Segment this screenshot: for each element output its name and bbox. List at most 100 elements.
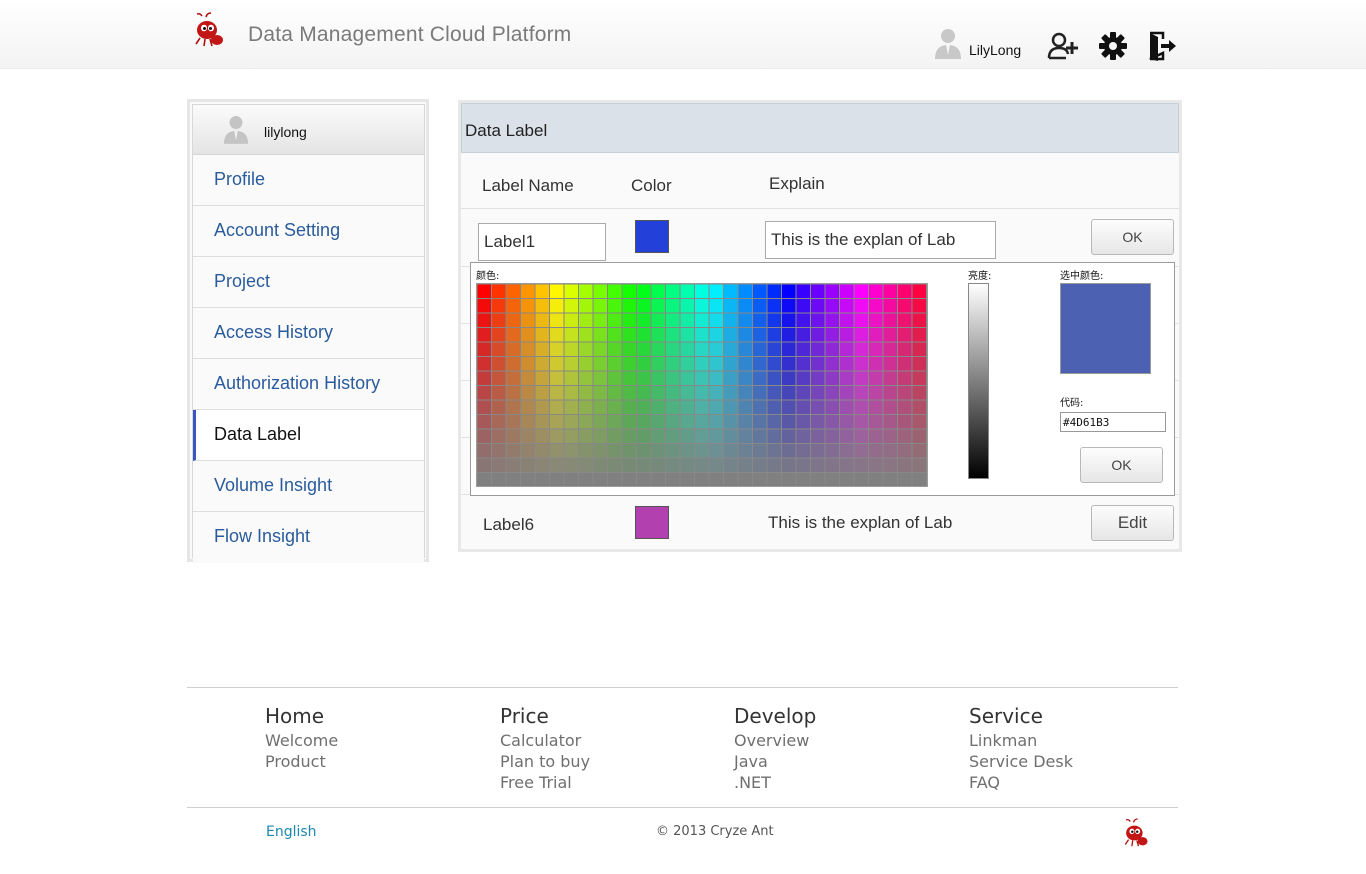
palette-swatch[interactable]	[666, 284, 680, 299]
palette-swatch[interactable]	[695, 400, 709, 415]
palette-swatch[interactable]	[550, 284, 564, 299]
palette-swatch[interactable]	[680, 299, 695, 313]
palette-swatch[interactable]	[811, 415, 825, 429]
palette-swatch[interactable]	[883, 357, 898, 371]
palette-swatch[interactable]	[506, 429, 521, 444]
palette-swatch[interactable]	[593, 415, 608, 429]
palette-swatch[interactable]	[709, 313, 724, 328]
palette-swatch[interactable]	[666, 342, 680, 357]
palette-swatch[interactable]	[753, 342, 767, 357]
palette-swatch[interactable]	[898, 400, 912, 415]
palette-swatch[interactable]	[593, 386, 608, 400]
palette-swatch[interactable]	[492, 473, 506, 486]
palette-swatch[interactable]	[506, 313, 521, 328]
palette-swatch[interactable]	[564, 371, 579, 386]
palette-swatch[interactable]	[912, 400, 927, 415]
palette-swatch[interactable]	[506, 299, 521, 313]
footer-heading[interactable]: Price	[500, 704, 590, 728]
palette-swatch[interactable]	[738, 313, 753, 328]
palette-swatch[interactable]	[709, 371, 724, 386]
palette-swatch[interactable]	[477, 473, 492, 486]
palette-swatch[interactable]	[608, 284, 622, 299]
palette-swatch[interactable]	[550, 386, 564, 400]
palette-swatch[interactable]	[622, 342, 637, 357]
palette-swatch[interactable]	[622, 328, 637, 342]
palette-swatch[interactable]	[840, 299, 854, 313]
color-palette-grid[interactable]	[476, 283, 928, 487]
palette-swatch[interactable]	[666, 386, 680, 400]
palette-swatch[interactable]	[666, 444, 680, 458]
palette-swatch[interactable]	[535, 429, 550, 444]
palette-swatch[interactable]	[869, 284, 883, 299]
palette-swatch[interactable]	[912, 313, 927, 328]
palette-swatch[interactable]	[825, 357, 840, 371]
palette-swatch[interactable]	[695, 429, 709, 444]
palette-swatch[interactable]	[709, 400, 724, 415]
palette-swatch[interactable]	[492, 429, 506, 444]
palette-swatch[interactable]	[825, 458, 840, 473]
palette-swatch[interactable]	[477, 458, 492, 473]
palette-swatch[interactable]	[854, 357, 869, 371]
palette-swatch[interactable]	[854, 313, 869, 328]
palette-swatch[interactable]	[564, 386, 579, 400]
palette-swatch[interactable]	[492, 400, 506, 415]
palette-swatch[interactable]	[492, 458, 506, 473]
palette-swatch[interactable]	[724, 400, 738, 415]
palette-swatch[interactable]	[477, 415, 492, 429]
hex-code-input[interactable]	[1060, 412, 1166, 432]
palette-swatch[interactable]	[738, 400, 753, 415]
palette-swatch[interactable]	[608, 386, 622, 400]
palette-swatch[interactable]	[796, 386, 811, 400]
palette-swatch[interactable]	[811, 357, 825, 371]
palette-swatch[interactable]	[883, 473, 898, 486]
palette-swatch[interactable]	[666, 415, 680, 429]
palette-swatch[interactable]	[492, 444, 506, 458]
palette-swatch[interactable]	[738, 284, 753, 299]
palette-swatch[interactable]	[912, 386, 927, 400]
palette-swatch[interactable]	[506, 473, 521, 486]
palette-swatch[interactable]	[622, 357, 637, 371]
palette-swatch[interactable]	[883, 386, 898, 400]
footer-link-welcome[interactable]: Welcome	[265, 730, 338, 751]
palette-swatch[interactable]	[695, 444, 709, 458]
palette-swatch[interactable]	[724, 458, 738, 473]
palette-swatch[interactable]	[724, 342, 738, 357]
palette-swatch[interactable]	[477, 371, 492, 386]
palette-swatch[interactable]	[608, 400, 622, 415]
palette-swatch[interactable]	[738, 458, 753, 473]
palette-swatch[interactable]	[651, 357, 666, 371]
palette-swatch[interactable]	[666, 458, 680, 473]
palette-swatch[interactable]	[782, 400, 796, 415]
palette-swatch[interactable]	[506, 386, 521, 400]
palette-swatch[interactable]	[651, 342, 666, 357]
palette-swatch[interactable]	[535, 371, 550, 386]
palette-swatch[interactable]	[767, 299, 782, 313]
palette-swatch[interactable]	[753, 313, 767, 328]
palette-swatch[interactable]	[579, 473, 593, 486]
palette-swatch[interactable]	[738, 429, 753, 444]
palette-swatch[interactable]	[869, 400, 883, 415]
palette-swatch[interactable]	[535, 313, 550, 328]
palette-swatch[interactable]	[651, 473, 666, 486]
palette-swatch[interactable]	[811, 284, 825, 299]
palette-swatch[interactable]	[680, 284, 695, 299]
palette-swatch[interactable]	[608, 328, 622, 342]
palette-swatch[interactable]	[666, 328, 680, 342]
palette-swatch[interactable]	[796, 400, 811, 415]
palette-swatch[interactable]	[840, 328, 854, 342]
palette-swatch[interactable]	[767, 429, 782, 444]
palette-swatch[interactable]	[840, 284, 854, 299]
brightness-slider[interactable]	[968, 283, 989, 479]
palette-swatch[interactable]	[912, 342, 927, 357]
palette-swatch[interactable]	[782, 386, 796, 400]
palette-swatch[interactable]	[709, 415, 724, 429]
palette-swatch[interactable]	[622, 371, 637, 386]
palette-swatch[interactable]	[477, 400, 492, 415]
palette-swatch[interactable]	[535, 400, 550, 415]
palette-swatch[interactable]	[535, 328, 550, 342]
palette-swatch[interactable]	[898, 299, 912, 313]
palette-swatch[interactable]	[840, 429, 854, 444]
palette-swatch[interactable]	[492, 386, 506, 400]
palette-swatch[interactable]	[796, 342, 811, 357]
palette-swatch[interactable]	[825, 284, 840, 299]
